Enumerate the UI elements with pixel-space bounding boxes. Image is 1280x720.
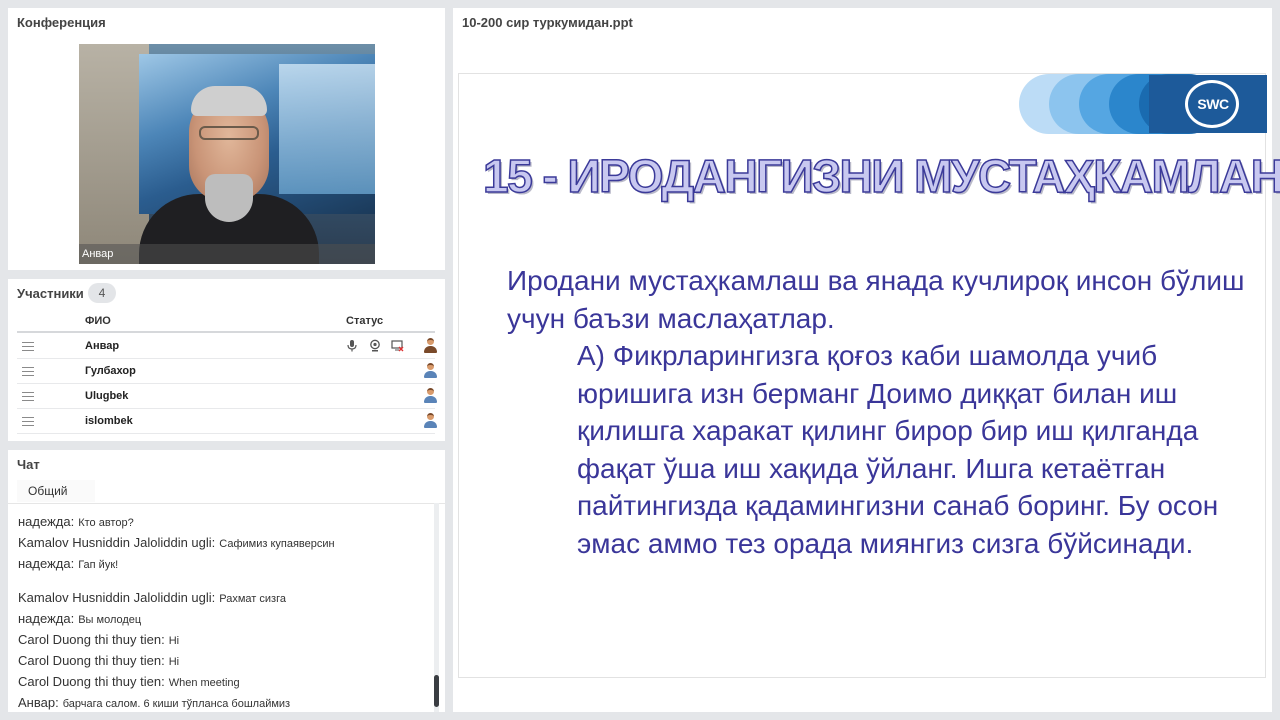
drag-handle-icon[interactable] <box>22 342 34 351</box>
video-person-beard <box>205 174 253 222</box>
participant-row[interactable]: islombek <box>17 409 437 434</box>
drag-handle-icon[interactable] <box>22 392 34 401</box>
chat-message: Carol Duong thi thuy tien: When meeting <box>18 674 240 689</box>
chat-text: Кто автор? <box>78 517 134 529</box>
chat-text: Рахмат сизга <box>219 593 286 605</box>
video-name-label: Анвар <box>79 244 375 264</box>
participants-title: Участники <box>17 286 84 301</box>
conference-panel: Конференция Анвар <box>8 8 445 270</box>
presentation-panel: 10-200 сир туркумидан.ppt SWC 15 - ИРОДА… <box>453 8 1280 712</box>
participant-name: Ulugbek <box>85 390 129 402</box>
participants-count-badge: 4 <box>88 283 116 303</box>
chat-message: Kamalov Husniddin Jaloliddin ugli: Рахмат… <box>18 590 286 605</box>
conference-title: Конференция <box>17 15 106 30</box>
chat-message: Carol Duong thi thuy tien: Hi <box>18 653 179 668</box>
slide-title: 15 - ИРОДАНГИЗНИ МУСТАҲКАМЛАНГ <box>482 149 1280 203</box>
video-person-glasses <box>199 126 259 140</box>
chat-author: Carol Duong thi thuy tien: <box>18 674 165 689</box>
participant-name: islombek <box>85 415 133 427</box>
chat-scrollbar-thumb[interactable] <box>434 675 439 707</box>
chat-text: Hi <box>168 656 180 668</box>
chat-text: Сафимиз купаяверсин <box>219 538 335 550</box>
video-person-hair <box>191 86 267 116</box>
chat-author: надежда: <box>18 556 75 571</box>
screen-share-off-icon[interactable] <box>390 339 404 353</box>
video-feed[interactable]: Анвар <box>79 44 375 264</box>
chat-author: Kamalov Husniddin Jaloliddin ugli: <box>18 535 216 550</box>
participants-panel: Участники 4 ФИО Статус Анвар Гулбахор Ul… <box>8 279 445 441</box>
chat-message: надежда: Вы молодец <box>18 611 141 626</box>
chat-author: Анвар: <box>18 695 59 710</box>
participant-name: Гулбахор <box>85 365 136 377</box>
slide-paragraph-1: Иродани мустаҳкамлаш ва янада кучлироқ и… <box>507 265 1245 334</box>
chat-message: Анвар: барчага салом. 6 киши тўпланса бош… <box>18 695 290 710</box>
chat-messages[interactable]: надежда: Кто автор? Kamalov Husniddin Jal… <box>8 503 445 712</box>
slide-paragraph-2: А) Фикрларингизга қоғоз каби шамолда учи… <box>577 340 1219 559</box>
presentation-file-title: 10-200 сир туркумидан.ppt <box>462 15 633 30</box>
webcam-icon[interactable] <box>368 339 382 353</box>
column-header-status: Статус <box>346 315 384 327</box>
chat-text: Hi <box>168 635 180 647</box>
chat-text: When meeting <box>168 677 240 689</box>
chat-author: Carol Duong thi thuy tien: <box>18 632 165 647</box>
user-host-icon <box>423 338 437 354</box>
participants-table-header: ФИО Статус <box>17 312 435 333</box>
chat-message: Carol Duong thi thuy tien: Hi <box>18 632 179 647</box>
user-icon <box>423 363 437 379</box>
chat-author: Kamalov Husniddin Jaloliddin ugli: <box>18 590 216 605</box>
video-background-screen-2 <box>279 64 375 194</box>
chat-author: надежда: <box>18 514 75 529</box>
user-icon <box>423 388 437 404</box>
participant-row[interactable]: Анвар <box>17 334 437 359</box>
slide: SWC 15 - ИРОДАНГИЗНИ МУСТАҲКАМЛАНГ Ирода… <box>458 73 1280 678</box>
slide-body: Иродани мустаҳкамлаш ва янада кучлироқ и… <box>507 262 1247 562</box>
participant-row[interactable]: Ulugbek <box>17 384 437 409</box>
chat-message: надежда: Гап йук! <box>18 556 118 571</box>
drag-handle-icon[interactable] <box>22 417 34 426</box>
chat-text: барчага салом. 6 киши тўпланса бошлаймиз <box>62 698 291 710</box>
chat-message: надежда: Кто автор? <box>18 514 134 529</box>
column-header-name: ФИО <box>85 315 111 327</box>
chat-message: Kamalov Husniddin Jaloliddin ugli: Сафими… <box>18 535 335 550</box>
microphone-icon[interactable] <box>345 339 359 353</box>
participant-row[interactable]: Гулбахор <box>17 359 437 384</box>
participant-name: Анвар <box>85 340 120 352</box>
chat-author: надежда: <box>18 611 75 626</box>
chat-tab-general[interactable]: Общий <box>17 480 95 503</box>
swc-logo: SWC <box>1197 96 1229 112</box>
user-icon <box>423 413 437 429</box>
chat-author: Carol Duong thi thuy tien: <box>18 653 165 668</box>
chat-panel: Чат Общий надежда: Кто автор? Kamalov Hus… <box>8 450 445 712</box>
chat-text: Гап йук! <box>78 559 119 571</box>
drag-handle-icon[interactable] <box>22 367 34 376</box>
chat-title: Чат <box>17 457 40 472</box>
chat-text: Вы молодец <box>78 614 142 626</box>
